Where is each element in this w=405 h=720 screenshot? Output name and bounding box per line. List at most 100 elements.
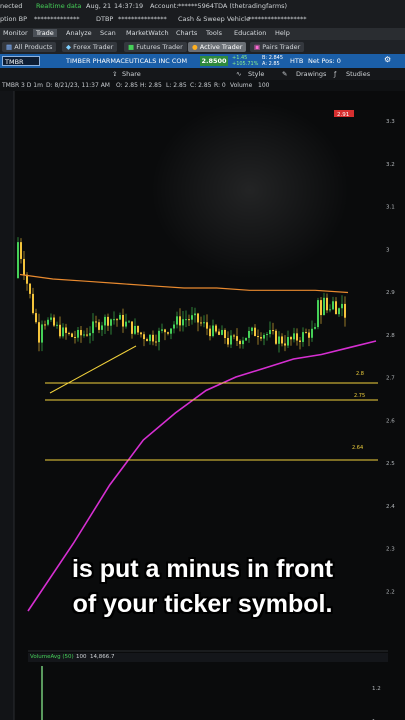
share-icon[interactable]: ⇪ xyxy=(112,70,117,78)
chart-info-bar: TMBR 3 D 1m D: 8/21/23, 11:37 AM O: 2.85… xyxy=(0,80,405,91)
candle-body xyxy=(23,258,25,275)
candle-body xyxy=(200,322,202,324)
candle-body xyxy=(281,336,283,344)
candle-body xyxy=(56,324,58,326)
candle-body xyxy=(32,293,34,314)
candle-body xyxy=(80,329,82,336)
candle-body xyxy=(131,321,133,334)
candle-body xyxy=(179,316,181,326)
active-trader-icon: ● xyxy=(192,43,198,51)
drawings-button[interactable]: Drawings xyxy=(296,70,326,78)
price-tag-level-b: 2.75 xyxy=(354,393,365,399)
candle-body xyxy=(35,313,37,323)
bar-high: H: 2.85 xyxy=(140,82,162,89)
chart-toolbar: ⇪ Share ∿ Style ✎ Drawings ƒ Studies xyxy=(0,68,405,80)
menu-marketwatch[interactable]: MarketWatch xyxy=(123,29,172,37)
menu-charts[interactable]: Charts xyxy=(173,29,200,37)
candle-body xyxy=(212,325,214,337)
price-tag-top: 2.91 xyxy=(337,112,349,118)
tab-futures-trader[interactable]: ■ Futures Trader xyxy=(124,42,187,52)
candle-body xyxy=(95,321,97,323)
candle-body xyxy=(242,340,244,345)
candle-body xyxy=(260,337,262,339)
candle-body xyxy=(17,242,19,278)
candle-body xyxy=(44,324,46,326)
dtbp-label: DTBP xyxy=(96,15,114,23)
gear-icon[interactable]: ⚙ xyxy=(384,55,391,64)
volume-label: Volume xyxy=(230,82,253,89)
candle-body xyxy=(206,322,208,329)
y-tick-label: 2.6 xyxy=(386,418,395,424)
studies-button[interactable]: Studies xyxy=(346,70,370,78)
symbol-input[interactable]: TMBR xyxy=(2,56,40,66)
candle-body xyxy=(20,242,22,259)
cash-sweep-value: ****************** xyxy=(248,15,307,23)
volume-value: 100 xyxy=(258,82,270,89)
candle-body xyxy=(311,328,313,338)
caption-line-2: of your ticker symbol. xyxy=(72,590,333,618)
tab-label: Active Trader xyxy=(199,43,243,51)
candle-body xyxy=(170,328,172,334)
htb-badge: HTB xyxy=(290,57,304,65)
candle-body xyxy=(68,332,70,334)
menu-analyze[interactable]: Analyze xyxy=(63,29,95,37)
candle-body xyxy=(176,316,178,325)
menu-trade[interactable]: Trade xyxy=(33,29,57,37)
candle-body xyxy=(41,324,43,343)
price-chart[interactable]: 2.91 2.8 2.75 2.64 3.3 3.2 3.1 3 2.9 2.8 2.7 2.… xyxy=(0,91,405,720)
candle-body xyxy=(104,316,106,326)
candle-body xyxy=(224,329,226,338)
share-button[interactable]: Share xyxy=(122,70,141,78)
candle-body xyxy=(182,319,184,326)
candle-body xyxy=(101,325,103,330)
menu-monitor[interactable]: Monitor xyxy=(0,29,31,37)
connection-status: nected xyxy=(0,2,23,10)
candle-body xyxy=(62,327,64,337)
candle-body xyxy=(116,319,118,321)
candle-body xyxy=(203,322,205,324)
candle-body xyxy=(92,321,94,334)
candle-body xyxy=(71,333,73,337)
chart-symbol-timeframe[interactable]: TMBR 3 D 1m xyxy=(2,82,43,89)
menu-scan[interactable]: Scan xyxy=(97,29,119,37)
drawings-icon[interactable]: ✎ xyxy=(282,70,287,78)
candle-body xyxy=(122,314,124,327)
candle-body xyxy=(254,327,256,337)
menu-help[interactable]: Help xyxy=(272,29,293,37)
candle-body xyxy=(185,319,187,321)
candle-body xyxy=(251,327,253,331)
candle-body xyxy=(290,337,292,340)
bar-open: O: 2.85 xyxy=(116,82,138,89)
tab-all-products[interactable]: ▦ All Products xyxy=(2,42,57,52)
candle-body xyxy=(314,327,316,329)
candle-body xyxy=(89,333,91,336)
candle-body xyxy=(341,303,343,309)
studies-icon[interactable]: ƒ xyxy=(334,70,336,78)
menu-tools[interactable]: Tools xyxy=(203,29,225,37)
tab-label: Forex Trader xyxy=(73,43,114,51)
style-icon[interactable]: ∿ xyxy=(236,70,241,78)
menu-education[interactable]: Education xyxy=(231,29,269,37)
tab-forex-trader[interactable]: ◆ Forex Trader xyxy=(62,42,118,52)
option-bp-value: ************** xyxy=(34,15,80,23)
pct-change: +105.71% xyxy=(232,61,259,67)
candle-body xyxy=(263,334,265,339)
candle-body xyxy=(161,329,163,331)
candle-body xyxy=(293,333,295,340)
volume-study-label[interactable]: VolumeAvg (50) xyxy=(30,654,74,660)
last-price: 2.8500 xyxy=(200,56,228,66)
bar-close: C: 2.85 xyxy=(190,82,212,89)
candle-body xyxy=(53,317,55,326)
candle-body xyxy=(269,330,271,335)
candle-body xyxy=(278,336,280,344)
tab-pairs-trader[interactable]: ▣ Pairs Trader xyxy=(250,42,305,52)
account-value[interactable]: ******5964TDA (thetradingfarms) xyxy=(178,2,287,10)
candle-body xyxy=(323,297,325,316)
candle-body xyxy=(47,319,49,325)
tab-active-trader[interactable]: ● Active Trader xyxy=(188,42,247,52)
candle-body xyxy=(59,324,61,337)
tab-label: Pairs Trader xyxy=(262,43,301,51)
style-button[interactable]: Style xyxy=(248,70,264,78)
candle-body xyxy=(344,303,346,318)
candle-body xyxy=(143,334,145,340)
